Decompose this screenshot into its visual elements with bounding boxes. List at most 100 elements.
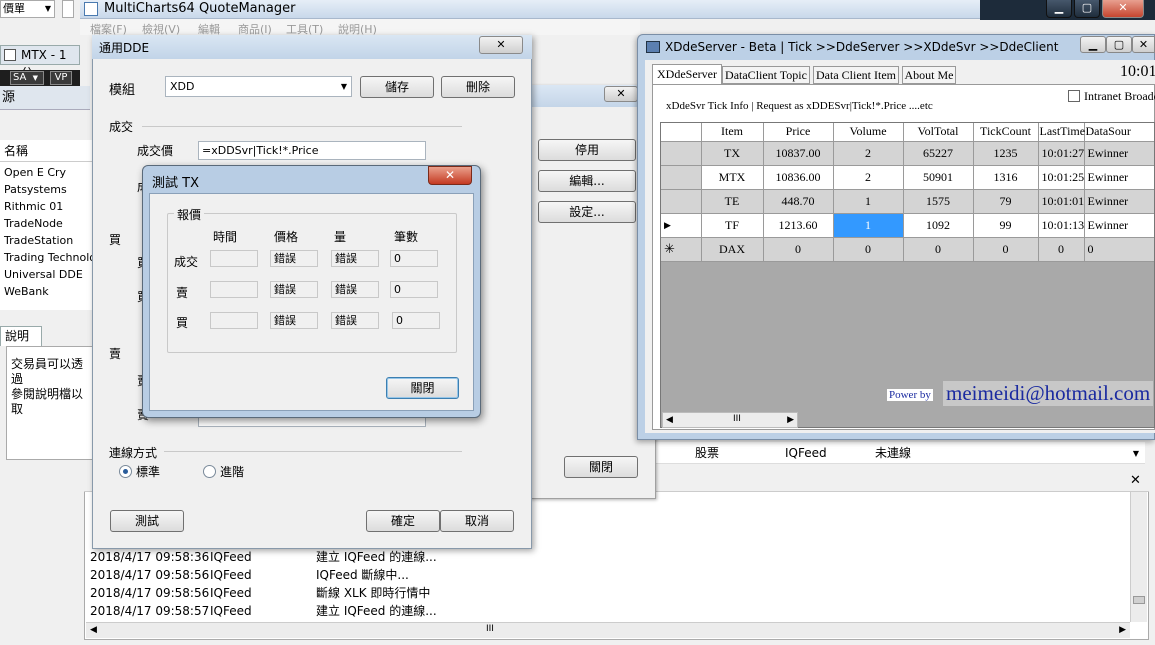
grid-cell[interactable]: 1235 [973, 141, 1039, 166]
grid-cell[interactable]: TE [701, 189, 764, 214]
scroll-right-icon[interactable]: ▶ [1119, 625, 1126, 635]
list-item[interactable]: Patsystems [4, 181, 67, 198]
top-left-combo[interactable]: 價單 ▼ [0, 0, 55, 18]
table-row[interactable]: ▶ TF 1213.60 1 1092 99 10:01:13 Ewinner [661, 213, 1154, 238]
grid-cell[interactable]: 1316 [973, 165, 1039, 190]
table-row[interactable]: MTX 10836.00 2 50901 1316 10:01:25 Ewinn… [661, 165, 1154, 190]
cancel-button[interactable]: 取消 [440, 510, 514, 532]
scroll-right-icon[interactable]: ▶ [787, 415, 794, 425]
row-header[interactable] [661, 189, 702, 214]
xdde-maximize-button[interactable]: ▢ [1106, 36, 1132, 53]
grid-cell[interactable]: 0 [973, 237, 1039, 262]
grid-cell[interactable]: 10837.00 [763, 141, 834, 166]
grid-cell[interactable]: TF [701, 213, 764, 238]
settings-button[interactable]: 設定... [538, 201, 636, 223]
grid-cell[interactable]: Ewinner [1084, 141, 1154, 166]
test-dialog-close-action-button[interactable]: 關閉 [386, 377, 459, 399]
row-header[interactable] [661, 165, 702, 190]
grid-cell[interactable]: 0 [903, 237, 974, 262]
grid-cell[interactable]: 2 [833, 141, 904, 166]
description-tab[interactable]: 說明 [0, 326, 42, 346]
grid-cell[interactable]: TX [701, 141, 764, 166]
table-row[interactable]: TX 10837.00 2 65227 1235 10:01:27 Ewinne… [661, 141, 1154, 166]
grid-column-header[interactable]: Volume [833, 123, 904, 142]
scroll-left-icon[interactable]: ◀ [666, 415, 673, 425]
grid-column-header[interactable]: TickCount [973, 123, 1039, 142]
row-header[interactable]: ▶ [661, 213, 702, 238]
close-button[interactable]: 關閉 [564, 456, 638, 478]
grid-cell[interactable]: 10836.00 [763, 165, 834, 190]
table-row[interactable]: ✳ DAX 0 0 0 0 0 0 [661, 237, 1154, 262]
grid-cell[interactable]: Ewinner [1084, 165, 1154, 190]
grid-column-header[interactable]: Item [701, 123, 764, 142]
grid-cell[interactable]: 1575 [903, 189, 974, 214]
delete-button[interactable]: 刪除 [441, 76, 515, 98]
edit-button[interactable]: 編輯... [538, 170, 636, 192]
row-header[interactable] [661, 141, 702, 166]
grid-cell[interactable]: 79 [973, 189, 1039, 214]
close-icon[interactable]: ✕ [1130, 473, 1141, 488]
log-horizontal-scrollbar[interactable]: ◀ III ▶ [86, 622, 1130, 638]
grid-column-header[interactable]: VolTotal [903, 123, 974, 142]
list-item[interactable]: Open E Cry [4, 164, 66, 181]
grid-cell[interactable]: 10:01:27 [1038, 141, 1085, 166]
table-row[interactable]: TE 448.70 1 1575 79 10:01:01 Ewinner [661, 189, 1154, 214]
chart-tab[interactable]: MTX - 1 分 [0, 45, 80, 80]
grid-cell[interactable]: Ewinner [1084, 189, 1154, 214]
list-item[interactable]: TradeStation [4, 232, 73, 249]
test-button[interactable]: 測試 [110, 510, 184, 532]
trade-price-field[interactable]: =xDDSvr|Tick!*.Price [198, 141, 426, 160]
main-close-button[interactable]: ✕ [1102, 0, 1144, 18]
chevron-down-icon[interactable]: ▼ [1133, 443, 1139, 465]
grid-cell[interactable]: 65227 [903, 141, 974, 166]
grid-cell[interactable]: Ewinner [1084, 213, 1154, 238]
save-button[interactable]: 儲存 [360, 76, 434, 98]
intranet-checkbox[interactable] [1068, 90, 1080, 102]
grid-cell-selected[interactable]: 1 [833, 213, 904, 238]
row-header[interactable]: ✳ [661, 237, 702, 262]
xdde-close-button[interactable]: ✕ [1132, 36, 1155, 53]
grid-cell[interactable]: 1092 [903, 213, 974, 238]
grid-cell[interactable]: DAX [701, 237, 764, 262]
background-dialog-close-button[interactable]: ✕ [604, 86, 638, 102]
log-vertical-scrollbar[interactable] [1130, 492, 1147, 622]
grid-cell[interactable]: 0 [763, 237, 834, 262]
scroll-left-icon[interactable]: ◀ [90, 625, 97, 635]
grid-cell[interactable]: 1213.60 [763, 213, 834, 238]
disable-button[interactable]: 停用 [538, 139, 636, 161]
tab-xddeserver[interactable]: XDdeServer [652, 64, 722, 84]
module-select[interactable]: XDD ▼ [165, 76, 352, 97]
xdde-minimize-button[interactable]: ▁ [1080, 36, 1106, 53]
test-dialog-close-button[interactable]: ✕ [428, 166, 472, 185]
email-link[interactable]: meimeidi@hotmail.com [943, 381, 1154, 406]
grid-cell[interactable]: 0 [1038, 237, 1085, 262]
grid-cell[interactable]: 448.70 [763, 189, 834, 214]
grid-column-header[interactable]: LastTime [1038, 123, 1085, 142]
radio-advanced[interactable] [203, 465, 216, 478]
grid-cell[interactable]: MTX [701, 165, 764, 190]
xdde-horizontal-scrollbar[interactable]: ◀ III ▶ [662, 412, 798, 428]
ok-button[interactable]: 確定 [366, 510, 440, 532]
dde-dialog-close-button[interactable]: ✕ [479, 36, 523, 54]
grid-column-header[interactable]: Price [763, 123, 834, 142]
tab-data-client-item[interactable]: Data Client Item [813, 66, 899, 84]
list-item[interactable]: Trading Technolog [4, 249, 103, 266]
sa-button[interactable]: SA ▼ [10, 71, 44, 85]
vp-button[interactable]: VP [50, 71, 72, 85]
grid-cell[interactable]: 50901 [903, 165, 974, 190]
main-maximize-button[interactable]: ▢ [1074, 0, 1100, 18]
grid-cell[interactable]: 0 [833, 237, 904, 262]
tab-dataclient-topic[interactable]: DataClient Topic [722, 66, 810, 84]
grid-cell[interactable]: 10:01:25 [1038, 165, 1085, 190]
list-item[interactable]: Universal DDE [4, 266, 83, 283]
scroll-thumb[interactable] [1133, 596, 1145, 604]
radio-standard[interactable] [119, 465, 132, 478]
grid-cell[interactable]: 2 [833, 165, 904, 190]
list-item[interactable]: Rithmic 01 [4, 198, 63, 215]
grid-cell[interactable]: 1 [833, 189, 904, 214]
main-minimize-button[interactable]: ▁ [1046, 0, 1072, 18]
grid-cell[interactable]: 10:01:01 [1038, 189, 1085, 214]
grid-column-header[interactable]: DataSour [1084, 123, 1154, 142]
grid-cell[interactable]: 0 [1084, 237, 1154, 262]
list-item[interactable]: WeBank [4, 283, 49, 300]
